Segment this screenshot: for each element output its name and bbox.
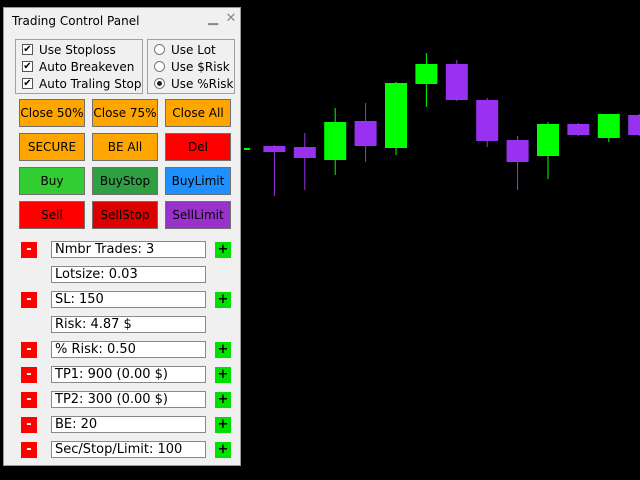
sell-stop-button[interactable]: SellStop bbox=[92, 201, 158, 229]
sl-decrease-button[interactable]: - bbox=[21, 292, 37, 308]
lotsize-field: Lotsize: 0.03 bbox=[51, 266, 206, 283]
sec-stop-limit-increase-button[interactable]: + bbox=[215, 442, 231, 458]
candle-body bbox=[354, 121, 377, 146]
candle-body bbox=[597, 114, 620, 138]
trading-control-panel: Trading Control Panel ▁ ✕ ✔ Use Stoploss… bbox=[3, 7, 241, 466]
options-checkbox-group: ✔ Use Stoploss ✔ Auto Breakeven ✔ Auto T… bbox=[15, 39, 143, 94]
candle-body bbox=[476, 100, 499, 141]
pct-risk-increase-button[interactable]: + bbox=[215, 342, 231, 358]
close-75-button[interactable]: Close 75% bbox=[92, 99, 158, 127]
candle-body bbox=[537, 124, 559, 156]
pct-risk-field[interactable]: % Risk: 0.50 bbox=[51, 341, 206, 358]
candle-body bbox=[567, 124, 590, 135]
risk-mode-radio-group: Use Lot Use $Risk Use %Risk bbox=[147, 39, 235, 94]
close-50-button[interactable]: Close 50% bbox=[19, 99, 85, 127]
checkbox-check-icon[interactable]: ✔ bbox=[22, 61, 33, 72]
tp1-increase-button[interactable]: + bbox=[215, 367, 231, 383]
secure-button[interactable]: SECURE bbox=[19, 133, 85, 161]
minimize-icon[interactable]: ▁ bbox=[206, 11, 220, 27]
tp2-increase-button[interactable]: + bbox=[215, 392, 231, 408]
panel-titlebar[interactable]: Trading Control Panel ▁ ✕ bbox=[4, 8, 240, 34]
nmbr-trades-increase-button[interactable]: + bbox=[215, 242, 231, 258]
sell-limit-button[interactable]: SellLimit bbox=[165, 201, 231, 229]
candle-body bbox=[324, 122, 347, 160]
radio-selected-icon[interactable] bbox=[154, 78, 165, 89]
sec-stop-limit-decrease-button[interactable]: - bbox=[21, 442, 37, 458]
candle-body bbox=[628, 115, 640, 135]
sl-field[interactable]: SL: 150 bbox=[51, 291, 206, 308]
delete-button[interactable]: Del bbox=[165, 133, 231, 161]
candle-body bbox=[293, 147, 316, 158]
sl-increase-button[interactable]: + bbox=[215, 292, 231, 308]
buy-stop-button[interactable]: BuyStop bbox=[92, 167, 158, 195]
candle-body bbox=[445, 64, 468, 100]
be-all-button[interactable]: BE All bbox=[92, 133, 158, 161]
candle-body bbox=[385, 83, 407, 148]
candle-body bbox=[415, 64, 438, 84]
tp1-decrease-button[interactable]: - bbox=[21, 367, 37, 383]
radio-icon[interactable] bbox=[154, 61, 165, 72]
candle-body bbox=[506, 140, 529, 162]
close-all-button[interactable]: Close All bbox=[165, 99, 231, 127]
panel-title: Trading Control Panel bbox=[12, 14, 140, 28]
be-decrease-button[interactable]: - bbox=[21, 417, 37, 433]
tp2-field[interactable]: TP2: 300 (0.00 $) bbox=[51, 391, 206, 408]
be-field[interactable]: BE: 20 bbox=[51, 416, 206, 433]
buy-limit-button[interactable]: BuyLimit bbox=[165, 167, 231, 195]
candle-body bbox=[244, 148, 250, 150]
checkbox-check-icon[interactable]: ✔ bbox=[22, 78, 33, 89]
sell-button[interactable]: Sell bbox=[19, 201, 85, 229]
risk-field: Risk: 4.87 $ bbox=[51, 316, 206, 333]
close-icon[interactable]: ✕ bbox=[224, 11, 238, 27]
sec-stop-limit-field[interactable]: Sec/Stop/Limit: 100 bbox=[51, 441, 206, 458]
nmbr-trades-field[interactable]: Nmbr Trades: 3 bbox=[51, 241, 206, 258]
tp1-field[interactable]: TP1: 900 (0.00 $) bbox=[51, 366, 206, 383]
radio-icon[interactable] bbox=[154, 44, 165, 55]
tp2-decrease-button[interactable]: - bbox=[21, 392, 37, 408]
nmbr-trades-decrease-button[interactable]: - bbox=[21, 242, 37, 258]
candle-body bbox=[263, 146, 286, 152]
pct-risk-decrease-button[interactable]: - bbox=[21, 342, 37, 358]
buy-button[interactable]: Buy bbox=[19, 167, 85, 195]
checkbox-check-icon[interactable]: ✔ bbox=[22, 44, 33, 55]
be-increase-button[interactable]: + bbox=[215, 417, 231, 433]
